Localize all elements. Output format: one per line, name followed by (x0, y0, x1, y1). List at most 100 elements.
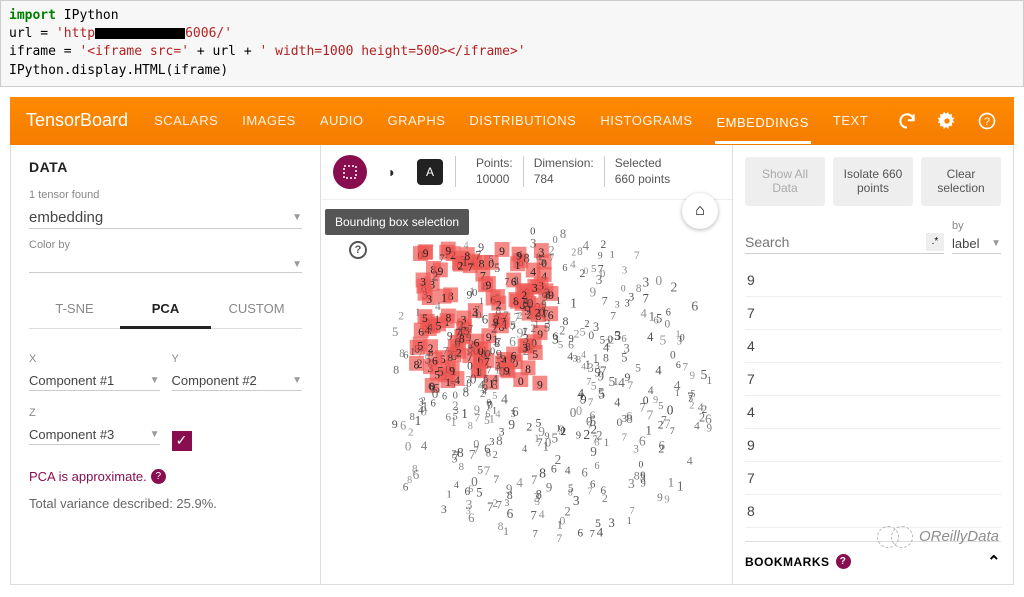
projection-tabs: T-SNE PCA CUSTOM (29, 291, 302, 329)
svg-text:9: 9 (544, 431, 549, 442)
tab-distributions[interactable]: DISTRIBUTIONS (467, 99, 578, 142)
svg-text:3: 3 (420, 275, 426, 288)
svg-text:7: 7 (514, 310, 520, 324)
tab-scalars[interactable]: SCALARS (152, 99, 220, 142)
svg-text:4: 4 (421, 439, 428, 453)
svg-text:2: 2 (574, 328, 580, 340)
svg-text:9: 9 (598, 250, 603, 261)
svg-text:0: 0 (487, 399, 493, 411)
svg-text:6: 6 (691, 298, 698, 313)
svg-text:7: 7 (418, 347, 424, 359)
svg-text:2: 2 (530, 323, 536, 335)
svg-text:5: 5 (660, 332, 667, 347)
chevron-down-icon: ▼ (292, 212, 302, 223)
clear-selection-button[interactable]: Clear selection (921, 157, 1001, 206)
svg-text:4: 4 (565, 463, 571, 477)
svg-text:4: 4 (539, 508, 545, 521)
help-icon[interactable]: ? (976, 110, 998, 132)
svg-text:0: 0 (655, 273, 662, 288)
list-item[interactable]: 4 (745, 330, 1001, 363)
svg-text:5: 5 (598, 385, 605, 400)
svg-text:9: 9 (640, 477, 645, 489)
svg-text:3: 3 (625, 298, 630, 309)
svg-text:6: 6 (594, 461, 599, 472)
list-item[interactable]: 7 (745, 297, 1001, 330)
svg-text:7: 7 (533, 529, 538, 540)
svg-text:7: 7 (634, 250, 640, 262)
list-item[interactable]: 8 (745, 495, 1001, 528)
svg-text:8: 8 (459, 461, 464, 473)
refresh-icon[interactable] (896, 110, 918, 132)
show-all-button[interactable]: Show All Data (745, 157, 825, 206)
svg-text:4: 4 (492, 373, 498, 385)
x-component-select[interactable]: Component #1▼ (29, 369, 160, 391)
z-component-select[interactable]: Component #3▼ (29, 423, 160, 445)
night-mode-toggle[interactable]: ◗ (375, 155, 409, 189)
svg-text:8: 8 (410, 411, 415, 423)
svg-text:7: 7 (504, 277, 509, 288)
help-icon[interactable]: ? (836, 554, 851, 569)
gear-icon[interactable] (936, 110, 958, 132)
list-item[interactable]: 4 (745, 396, 1001, 429)
svg-text:4: 4 (516, 475, 523, 490)
svg-text:0: 0 (471, 474, 478, 489)
svg-text:7: 7 (556, 532, 562, 545)
color-by-select[interactable]: ▼ (29, 255, 302, 273)
chevron-up-icon[interactable]: ⌃ (987, 552, 1001, 572)
list-item[interactable]: 7 (745, 462, 1001, 495)
svg-text:6: 6 (578, 527, 584, 539)
list-item[interactable]: 9 (745, 264, 1001, 297)
svg-text:3: 3 (532, 281, 538, 294)
svg-text:2: 2 (571, 247, 576, 258)
svg-text:4: 4 (530, 265, 536, 278)
tab-text[interactable]: TEXT (831, 99, 870, 142)
z-enable-checkbox[interactable]: ✓ (172, 431, 192, 451)
label-mode-toggle[interactable]: A (417, 159, 443, 185)
svg-text:7: 7 (467, 261, 473, 274)
tab-embeddings[interactable]: EMBEDDINGS (715, 101, 811, 144)
bounding-box-tool[interactable] (333, 155, 367, 189)
svg-text:2: 2 (565, 504, 571, 518)
regex-toggle[interactable]: .* (926, 233, 944, 251)
svg-text:2: 2 (398, 309, 404, 322)
redacted-text (95, 28, 185, 39)
color-by-label: Color by (29, 239, 302, 251)
svg-text:2: 2 (432, 268, 439, 283)
tab-images[interactable]: IMAGES (240, 99, 298, 142)
tab-histograms[interactable]: HISTOGRAMS (598, 99, 694, 142)
svg-text:2: 2 (609, 335, 614, 346)
svg-text:9: 9 (485, 279, 491, 292)
svg-text:9: 9 (690, 370, 696, 382)
svg-text:5: 5 (688, 393, 693, 404)
search-by-select[interactable]: label▼ (952, 232, 1001, 254)
svg-text:7: 7 (484, 463, 491, 478)
tab-graphs[interactable]: GRAPHS (386, 99, 448, 142)
isolate-button[interactable]: Isolate 660 points (833, 157, 913, 206)
tab-custom[interactable]: CUSTOM (211, 291, 302, 328)
svg-text:5: 5 (539, 253, 546, 268)
svg-text:9: 9 (466, 288, 472, 301)
search-input[interactable] (745, 234, 926, 250)
tab-audio[interactable]: AUDIO (318, 99, 366, 142)
svg-text:7: 7 (647, 407, 654, 422)
svg-text:8: 8 (536, 487, 542, 501)
help-icon[interactable]: ? (151, 469, 166, 484)
tab-tsne[interactable]: T-SNE (29, 291, 120, 328)
svg-text:6: 6 (403, 481, 409, 493)
svg-text:8: 8 (446, 311, 452, 324)
embedding-scatter[interactable]: 9038203804842025793456916615280589774856… (361, 209, 722, 570)
svg-text:6: 6 (507, 506, 514, 521)
projection-view[interactable]: ◗ A Points:10000 Dimension:784 Selected6… (321, 145, 733, 584)
svg-text:5: 5 (437, 364, 444, 379)
list-item[interactable]: 9 (745, 429, 1001, 462)
list-item[interactable]: 7 (745, 363, 1001, 396)
svg-text:7: 7 (643, 291, 649, 305)
tab-pca[interactable]: PCA (120, 291, 211, 329)
svg-text:?: ? (984, 116, 990, 128)
y-component-select[interactable]: Component #2▼ (172, 369, 303, 391)
svg-text:7: 7 (630, 505, 635, 516)
svg-text:4: 4 (522, 444, 528, 455)
svg-text:1: 1 (441, 291, 447, 304)
svg-text:8: 8 (399, 348, 405, 360)
tensor-select[interactable]: embedding ▼ (29, 205, 302, 229)
